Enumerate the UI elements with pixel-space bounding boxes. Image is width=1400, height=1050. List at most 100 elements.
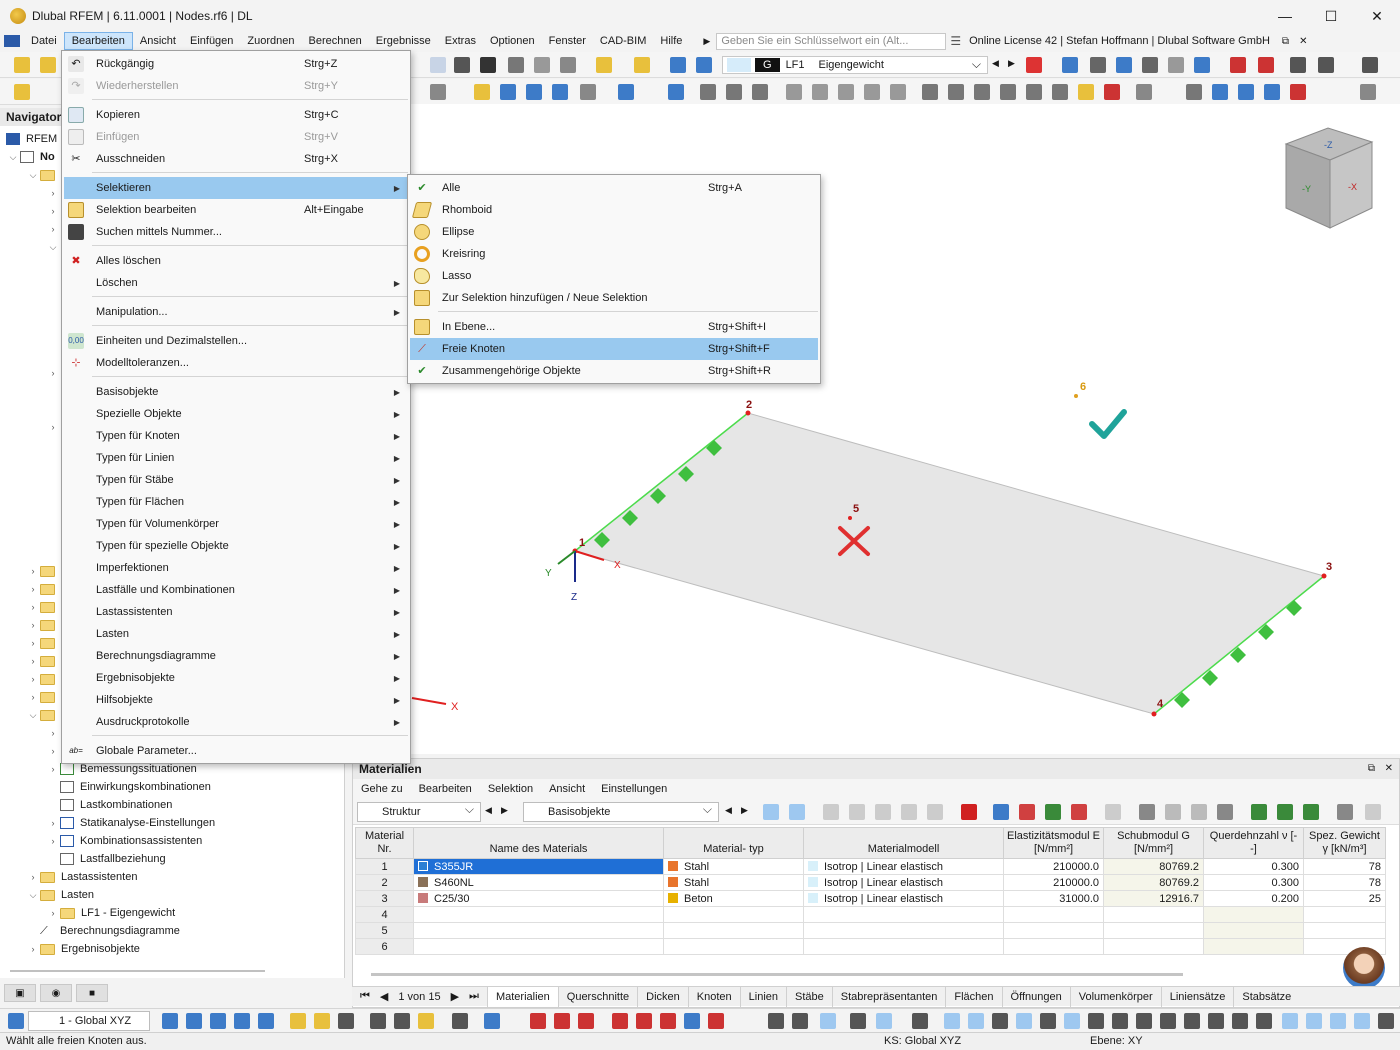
toolbar-icon[interactable]	[8, 1013, 24, 1029]
menu-item-delete[interactable]: Löschen ▶	[64, 272, 408, 294]
toolbar-icon[interactable]	[1016, 1013, 1032, 1029]
close-panel-icon[interactable]: ✕	[1385, 759, 1393, 779]
coordinate-system-combo[interactable]: 1 - Global XYZ	[28, 1011, 150, 1031]
tree-folder[interactable]: ›	[46, 220, 60, 238]
toolbar-icon[interactable]	[452, 1013, 468, 1029]
tree-folder[interactable]: ›	[26, 634, 61, 652]
node-2[interactable]	[745, 410, 751, 416]
toolbar-icon[interactable]	[1360, 84, 1376, 100]
toolbar-icon[interactable]	[1000, 84, 1016, 100]
toolbar-icon[interactable]	[1078, 84, 1094, 100]
toolbar-icon[interactable]	[1071, 804, 1087, 820]
tree-item-statikanalyse[interactable]: › Statikanalyse-Einstellungen	[46, 814, 215, 832]
table-row[interactable]: 4	[355, 906, 1386, 923]
menu-datei[interactable]: Datei	[24, 32, 64, 50]
menu-item-select-all[interactable]: ✔ Alle Strg+A	[410, 177, 818, 199]
toolbar-icon[interactable]	[696, 57, 712, 73]
search-list-icon[interactable]: ☰	[950, 34, 961, 48]
toolbar-icon[interactable]	[1318, 57, 1334, 73]
toolbar-icon[interactable]	[1208, 1013, 1224, 1029]
materials-menu-selektion[interactable]: Selektion	[480, 783, 541, 795]
toolbar-icon[interactable]	[1142, 57, 1158, 73]
toolbar-icon[interactable]	[1194, 57, 1210, 73]
toolbar-icon[interactable]	[992, 1013, 1008, 1029]
structure-combo[interactable]: Struktur	[357, 800, 481, 822]
toolbar-icon[interactable]	[850, 1013, 866, 1029]
navigator-camera-icon[interactable]: ■	[76, 984, 108, 1002]
tree-folder[interactable]: ⌵	[46, 238, 60, 256]
toolbar-icon[interactable]	[636, 1013, 652, 1029]
toolbar-icon[interactable]	[1277, 804, 1293, 820]
toolbar-icon[interactable]	[554, 1013, 570, 1029]
menu-item-hilfsobjekte[interactable]: Hilfsobjekte ▶	[64, 689, 408, 711]
prev-page-icon[interactable]: ◀	[380, 990, 388, 1003]
menu-optionen[interactable]: Optionen	[483, 32, 542, 50]
tree-folder[interactable]: ›	[26, 598, 61, 616]
toolbar-icon[interactable]	[944, 1013, 960, 1029]
delete-icon[interactable]	[961, 804, 977, 820]
tree-folder[interactable]: ⌵	[26, 166, 61, 184]
toolbar-icon[interactable]	[1136, 1013, 1152, 1029]
minimize-button[interactable]: —	[1262, 0, 1308, 32]
menu-item-in-plane[interactable]: In Ebene... Strg+Shift+I	[410, 316, 818, 338]
toolbar-icon[interactable]	[474, 84, 490, 100]
toolbar-icon[interactable]	[1165, 804, 1181, 820]
tab-linien[interactable]: Linien	[739, 986, 786, 1007]
toolbar-icon[interactable]	[484, 1013, 500, 1029]
toolbar-icon[interactable]	[1090, 57, 1106, 73]
toolbar-icon[interactable]	[1136, 84, 1152, 100]
toolbar-icon[interactable]	[890, 84, 906, 100]
toolbar-icon[interactable]	[668, 84, 684, 100]
next-icon[interactable]: ▶	[501, 805, 508, 816]
maximize-button[interactable]: ☐	[1308, 0, 1354, 32]
tree-item-lastassistenten[interactable]: › Lastassistenten	[26, 868, 138, 886]
tree-item-ergebnisobjekte[interactable]: › Ergebnisobjekte	[26, 940, 140, 958]
materials-menu-einstellungen[interactable]: Einstellungen	[593, 783, 675, 795]
toolbar-icon[interactable]	[820, 1013, 836, 1029]
menu-item-manipulation[interactable]: Manipulation... ▶	[64, 301, 408, 323]
toolbar-icon[interactable]	[948, 84, 964, 100]
tab-flaechen[interactable]: Flächen	[945, 986, 1001, 1007]
menu-item-basisobjekte[interactable]: Basisobjekte ▶	[64, 381, 408, 403]
toolbar-icon[interactable]	[370, 1013, 386, 1029]
menu-item-typen-spezielle[interactable]: Typen für spezielle Objekte ▶	[64, 535, 408, 557]
table-row[interactable]: 1 S355JR Stahl Isotrop | Linear elastisc…	[355, 858, 1386, 875]
navigator-view-icon[interactable]: ◉	[40, 984, 72, 1002]
menu-item-find-by-number[interactable]: Suchen mittels Nummer...	[64, 221, 408, 243]
toolbar-icon[interactable]	[912, 1013, 928, 1029]
tree-folder[interactable]: ›	[26, 652, 61, 670]
menu-item-typen-staebe[interactable]: Typen für Stäbe ▶	[64, 469, 408, 491]
tree-item-lasten[interactable]: ⌵ Lasten	[26, 886, 94, 904]
toolbar-icon[interactable]	[480, 57, 496, 73]
toolbar-icon[interactable]	[968, 1013, 984, 1029]
toolbar-icon[interactable]	[1282, 1013, 1298, 1029]
app-menu-icon[interactable]	[4, 35, 20, 47]
toolbar-icon[interactable]	[786, 84, 802, 100]
toolbar-icon[interactable]	[1104, 84, 1120, 100]
toolbar-icon[interactable]	[1160, 1013, 1176, 1029]
toolbar-icon[interactable]	[684, 1013, 700, 1029]
toolbar-icon[interactable]	[1251, 804, 1267, 820]
tab-knoten[interactable]: Knoten	[687, 986, 740, 1007]
node-4[interactable]	[1151, 711, 1157, 717]
tab-staebe[interactable]: Stäbe	[786, 986, 832, 1007]
toolbar-icon[interactable]	[1088, 1013, 1104, 1029]
tab-stabrepraesentanten[interactable]: Stabrepräsentanten	[831, 986, 946, 1007]
menu-item-paste[interactable]: Einfügen Strg+V	[64, 126, 408, 148]
materials-menu-bearbeiten[interactable]: Bearbeiten	[411, 783, 480, 795]
toolbar-icon[interactable]	[812, 84, 828, 100]
menu-item-ausdruckprotokolle[interactable]: Ausdruckprotokolle ▶	[64, 711, 408, 733]
toolbar-icon[interactable]	[823, 804, 839, 820]
toolbar-icon[interactable]	[922, 84, 938, 100]
toolbar-icon[interactable]	[849, 804, 865, 820]
menu-zuordnen[interactable]: Zuordnen	[240, 32, 301, 50]
prev-icon[interactable]: ◀	[485, 805, 492, 816]
menu-berechnen[interactable]: Berechnen	[302, 32, 369, 50]
menu-item-redo[interactable]: ↷ Wiederherstellen Strg+Y	[64, 75, 408, 97]
toolbar-icon[interactable]	[430, 84, 446, 100]
toolbar-icon[interactable]	[927, 804, 943, 820]
toolbar-icon[interactable]	[1026, 84, 1042, 100]
toolbar-icon[interactable]	[670, 57, 686, 73]
last-page-icon[interactable]: ⏭	[469, 990, 479, 1003]
toolbar-icon[interactable]	[1230, 57, 1246, 73]
